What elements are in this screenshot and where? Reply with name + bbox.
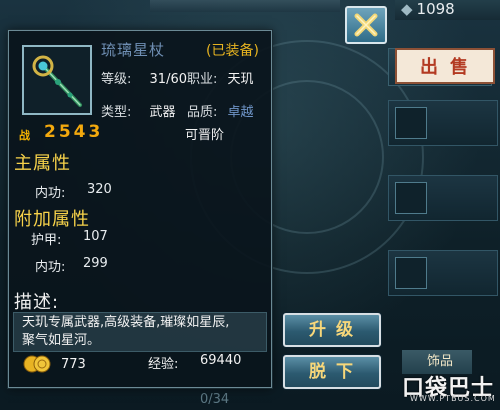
inventory-slot[interactable] [388, 175, 498, 221]
item-icon-frame [22, 45, 92, 115]
upgrade-status: 可晋阶 [185, 128, 225, 143]
gold-icon: ◆ [401, 0, 413, 18]
extra-stat-value: 107 [83, 229, 108, 244]
unequip-button[interactable]: 脱下 [283, 355, 381, 389]
inventory-slot-frame [395, 257, 427, 289]
type-value: 武器 [149, 105, 176, 120]
combat-power-icon: 战 [19, 129, 30, 142]
quality-row: 品质: 卓越 [187, 101, 254, 120]
sell-button[interactable]: 出售 [395, 48, 495, 84]
inventory-slot[interactable] [388, 250, 498, 296]
level-row: 等级: 31/60 [101, 68, 187, 87]
extra-stat-label: 内功: [35, 260, 66, 275]
background-top-bar [150, 0, 340, 12]
exp-label: 经验: [148, 357, 179, 372]
quality-value: 卓越 [227, 105, 254, 120]
inventory-slot-frame [395, 182, 427, 214]
class-value: 天玑 [227, 72, 254, 87]
coin-value: 773 [61, 357, 86, 372]
inventory-count: 0/34 [200, 392, 230, 407]
type-label: 类型: [101, 105, 132, 120]
inventory-slot-frame [395, 107, 427, 139]
extra-attributes-title: 附加属性 [14, 209, 90, 230]
equipped-tag: (已装备) [206, 43, 259, 59]
class-label: 职业: [187, 72, 218, 87]
description-text: 天玑专属武器,高级装备,璀璨如星辰,聚气如星河。 [22, 315, 230, 348]
staff-icon [32, 55, 82, 107]
item-tooltip-panel: 琉璃星杖 (已装备) 等级: 31/60 职业: 天玑 类型: 武器 品质: 卓… [8, 30, 272, 388]
upgrade-button[interactable]: 升级 [283, 313, 381, 347]
inventory-slot[interactable] [388, 100, 498, 146]
coin-icon [23, 355, 51, 373]
extra-stat-label: 护甲: [31, 233, 62, 248]
extra-stat-value: 299 [83, 256, 108, 271]
watermark-url: WWW.PTBUS.COM [410, 394, 496, 403]
class-row: 职业: 天玑 [187, 68, 254, 87]
type-row: 类型: 武器 [101, 101, 176, 120]
site-watermark: 口袋巴士 WWW.PTBUS.COM [402, 370, 496, 406]
item-name: 琉璃星杖 [101, 41, 166, 59]
level-value: 31/60 [149, 72, 187, 87]
combat-power-value: 2543 [44, 122, 104, 142]
main-attributes-title: 主属性 [14, 153, 71, 174]
close-icon [354, 13, 378, 37]
main-stat-label: 内功: [35, 186, 66, 201]
exp-value: 69440 [200, 353, 242, 368]
close-button[interactable] [345, 6, 387, 44]
quality-label: 品质: [187, 105, 218, 120]
description-title: 描述: [14, 292, 60, 313]
level-label: 等级: [101, 72, 132, 87]
description-box: 天玑专属武器,高级装备,璀璨如星辰,聚气如星河。 [13, 312, 267, 352]
main-stat-value: 320 [87, 182, 112, 197]
gold-counter: ◆ 1098 [395, 0, 500, 20]
